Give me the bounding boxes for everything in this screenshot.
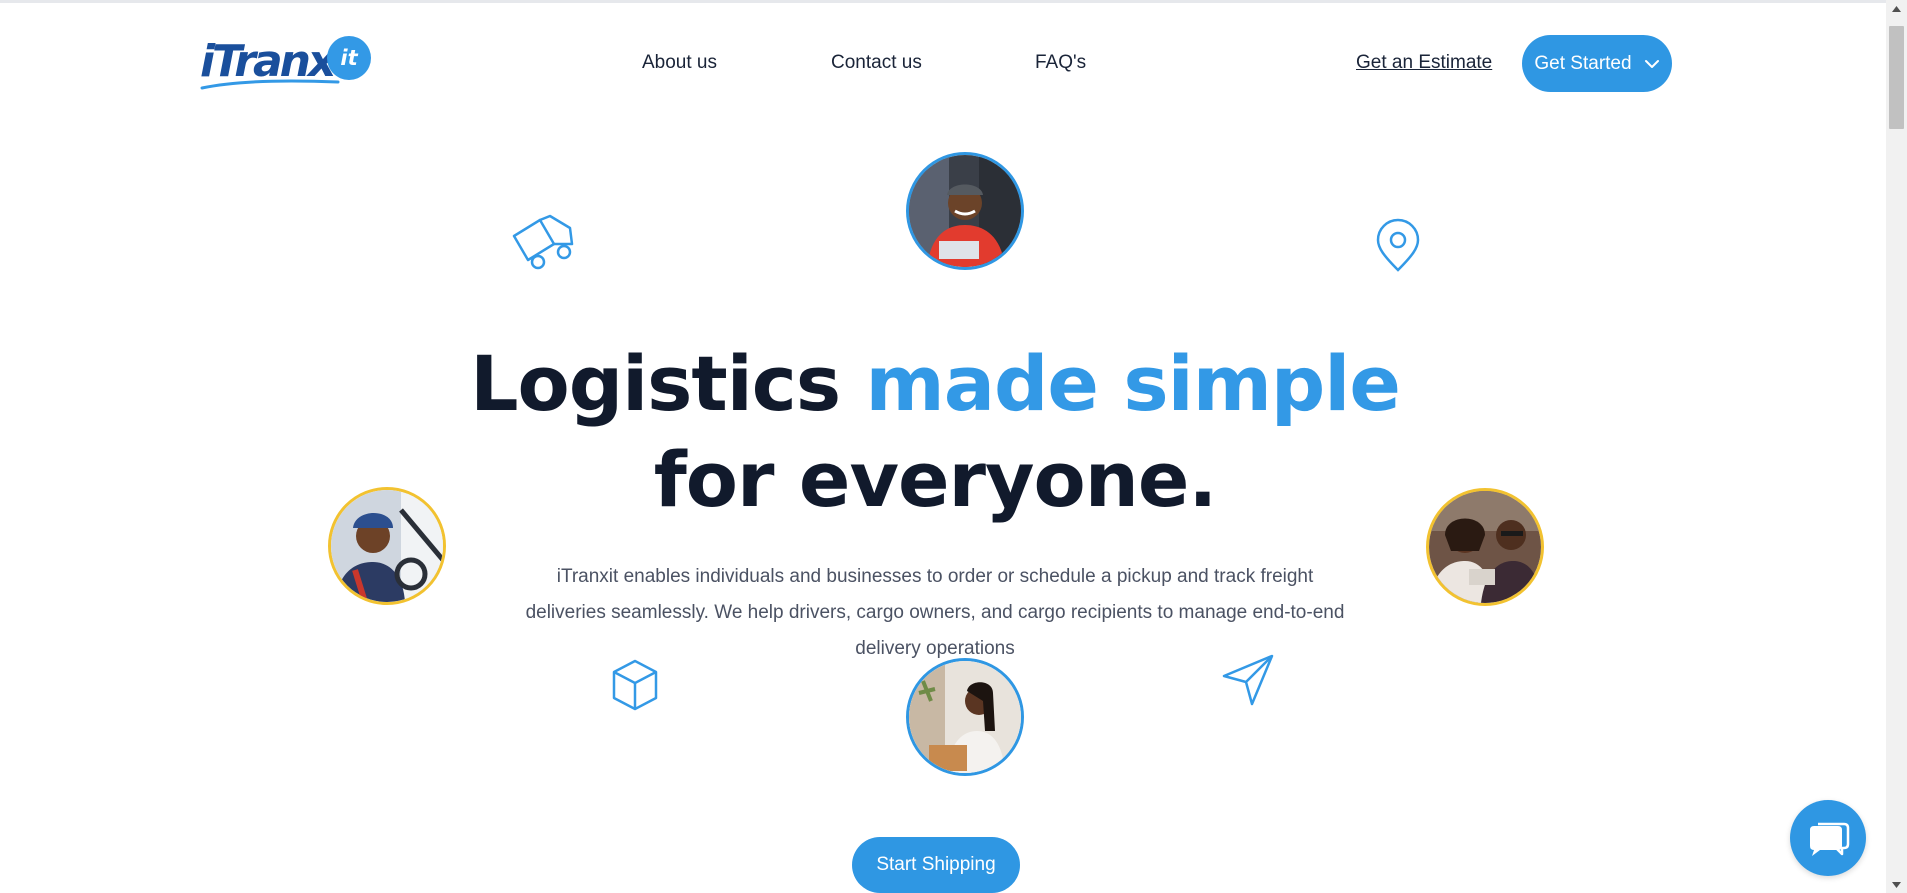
scroll-up-arrow[interactable] xyxy=(1886,0,1907,17)
chat-icon xyxy=(1810,822,1850,856)
hero-title: Logistics made simple for everyone. xyxy=(0,336,1870,528)
logo-badge: it xyxy=(327,36,371,80)
triangle-down-icon xyxy=(1892,881,1901,888)
nav-faqs[interactable]: FAQ's xyxy=(1035,52,1086,74)
scroll-thumb[interactable] xyxy=(1889,26,1904,129)
avatar-courier-phone xyxy=(906,152,1024,270)
get-started-button[interactable]: Get Started xyxy=(1522,35,1672,92)
chat-widget-button[interactable] xyxy=(1790,800,1866,876)
top-border xyxy=(0,0,1886,3)
start-shipping-button[interactable]: Start Shipping xyxy=(852,837,1020,893)
hero-title-part2: for everyone. xyxy=(653,435,1218,524)
page-scrollbar[interactable] xyxy=(1886,0,1907,893)
page: iTranx it About us Contact us FAQ's Get … xyxy=(0,0,1907,893)
triangle-up-icon xyxy=(1892,5,1901,12)
packing-photo xyxy=(909,661,1021,773)
scroll-down-arrow[interactable] xyxy=(1886,876,1907,893)
nav-contact-us[interactable]: Contact us xyxy=(831,52,922,74)
truck-icon xyxy=(512,214,574,270)
avatar-packing-woman xyxy=(906,658,1024,776)
logo-swoosh xyxy=(200,79,340,90)
logo[interactable]: iTranx it xyxy=(200,34,372,94)
hero-description: iTranxit enables individuals and busines… xyxy=(525,566,1345,659)
get-estimate-link[interactable]: Get an Estimate xyxy=(1356,52,1492,74)
get-started-label: Get Started xyxy=(1534,52,1632,74)
nav-about-us[interactable]: About us xyxy=(642,52,717,74)
hero-title-part1: Logistics xyxy=(470,339,841,428)
courier-photo xyxy=(909,155,1021,267)
hero-title-accent: made simple xyxy=(865,339,1401,428)
chevron-down-icon xyxy=(1644,59,1659,68)
location-pin-icon xyxy=(1376,218,1420,272)
